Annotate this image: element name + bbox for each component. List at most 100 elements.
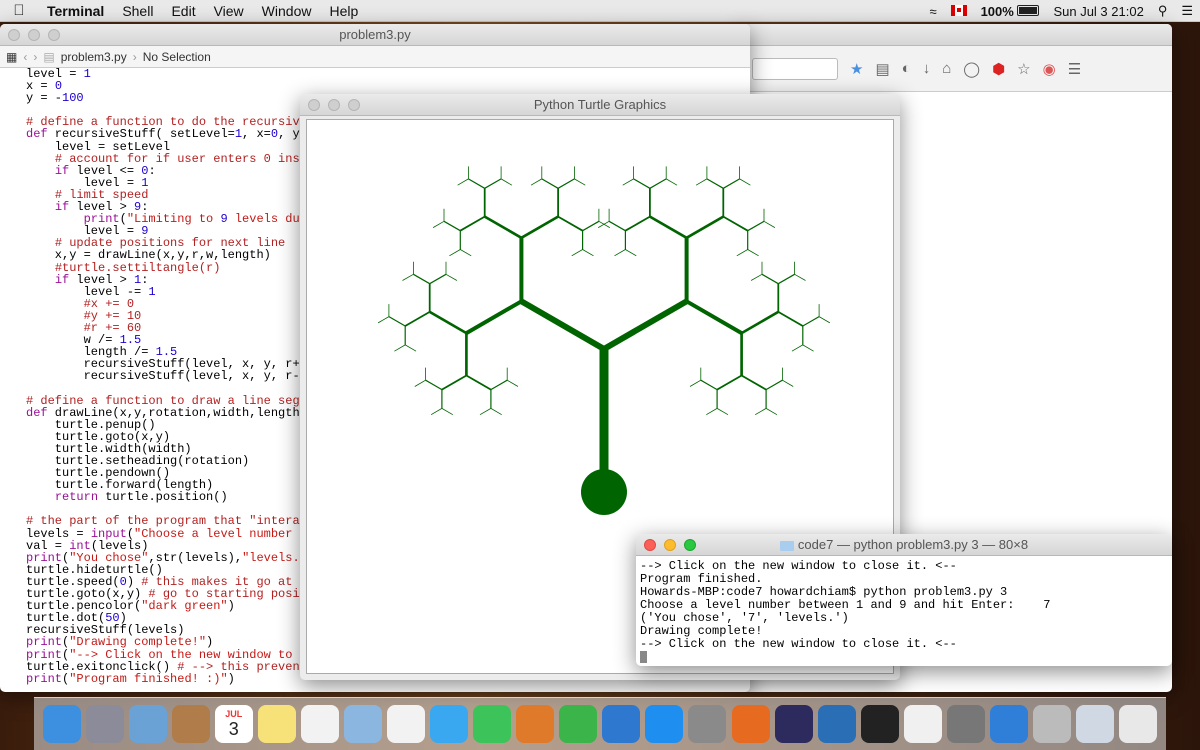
branch-line xyxy=(706,178,724,189)
mail-stamp-icon[interactable] xyxy=(128,705,167,743)
adblock-icon[interactable]: ⬢ xyxy=(992,60,1005,78)
calendar-icon[interactable]: JUL 3 xyxy=(214,705,253,743)
branch-line xyxy=(582,220,600,232)
contacts-icon[interactable] xyxy=(171,705,210,743)
window-controls xyxy=(8,29,60,41)
browser-titlebar[interactable] xyxy=(740,24,1172,46)
bookmark-star-icon[interactable]: ★ xyxy=(850,60,863,78)
minimize-button[interactable] xyxy=(664,539,676,551)
hamburger-menu-icon[interactable]: ☰ xyxy=(1068,60,1081,78)
pocket-icon[interactable]: ◐ xyxy=(902,60,911,77)
branch-line xyxy=(763,220,776,228)
messages-icon[interactable] xyxy=(430,705,469,743)
branch-line xyxy=(449,249,461,257)
branch-line xyxy=(377,316,390,324)
branch-line xyxy=(582,249,594,257)
branch-line xyxy=(432,220,445,228)
trash-icon[interactable] xyxy=(1119,705,1158,743)
clock[interactable]: Sun Jul 3 21:02 xyxy=(1046,4,1150,19)
notification-center-icon[interactable]: ☰ xyxy=(1174,3,1200,19)
app-store-icon[interactable] xyxy=(645,705,684,743)
branch-line xyxy=(490,408,502,416)
branch-line xyxy=(441,408,454,416)
jump-bar: ▦ ‹ › ▤ problem3.py › No Selection xyxy=(0,46,750,68)
spotlight-search-icon[interactable]: ⚲ xyxy=(1151,3,1175,19)
branch-line xyxy=(649,215,688,239)
battery-status[interactable]: 100% xyxy=(974,4,1047,19)
terminal-window[interactable]: code7 — python problem3.py 3 — 80×8 --> … xyxy=(636,534,1172,666)
branch-line xyxy=(625,249,637,257)
close-button[interactable] xyxy=(644,539,656,551)
launchpad-icon[interactable] xyxy=(85,705,124,743)
wifi-icon[interactable]: ≈ xyxy=(922,4,943,19)
terminal-output[interactable]: --> Click on the new window to close it.… xyxy=(636,556,1172,666)
chat-icon[interactable]: ◯ xyxy=(963,60,980,78)
grid-icon[interactable]: ▦ xyxy=(6,50,17,64)
photos-icon[interactable] xyxy=(387,705,426,743)
menu-edit[interactable]: Edit xyxy=(162,3,204,19)
breadcrumb-chevron-icon: › xyxy=(132,49,137,64)
branch-line xyxy=(802,344,814,352)
terminal-line: --> Click on the new window to close it.… xyxy=(640,637,957,651)
terminal-titlebar[interactable]: code7 — python problem3.py 3 — 80×8 xyxy=(636,534,1172,556)
branch-line xyxy=(425,379,443,391)
branch-line xyxy=(457,178,469,186)
zoom-button[interactable] xyxy=(48,29,60,41)
facetime-icon[interactable] xyxy=(473,705,512,743)
menu-window[interactable]: Window xyxy=(253,3,321,19)
reminders-icon[interactable] xyxy=(300,705,339,743)
url-bar[interactable] xyxy=(752,57,838,80)
zoom-button[interactable] xyxy=(684,539,696,551)
numbers-icon[interactable] xyxy=(559,705,598,743)
zoom-button[interactable] xyxy=(348,99,360,111)
home-icon[interactable]: ⌂ xyxy=(942,60,951,77)
downloads-icon[interactable] xyxy=(1076,705,1115,743)
branch-line xyxy=(404,311,431,327)
keynote-chart-icon[interactable] xyxy=(516,705,555,743)
menu-shell[interactable]: Shell xyxy=(113,3,162,19)
input-source-flag-icon[interactable] xyxy=(944,4,974,19)
code-line: x = 0 xyxy=(26,79,63,94)
branch-line xyxy=(445,273,458,281)
breadcrumb-file[interactable]: problem3.py xyxy=(61,50,127,64)
close-button[interactable] xyxy=(8,29,20,41)
menu-bar:  Terminal Shell Edit View Window Help ≈… xyxy=(0,0,1200,22)
eclipse-icon[interactable] xyxy=(774,705,813,743)
close-button[interactable] xyxy=(308,99,320,111)
textedit-icon[interactable] xyxy=(903,705,942,743)
firefox-icon[interactable] xyxy=(731,705,770,743)
extension-icon[interactable]: ☆ xyxy=(1017,60,1030,78)
xcode-icon[interactable] xyxy=(989,705,1028,743)
breadcrumb-selection[interactable]: No Selection xyxy=(143,50,211,64)
menu-view[interactable]: View xyxy=(205,3,253,19)
branch-line xyxy=(500,178,513,186)
terminal-icon[interactable] xyxy=(860,705,899,743)
menu-app-name[interactable]: Terminal xyxy=(38,3,113,19)
notes-icon[interactable] xyxy=(257,705,296,743)
turtle-titlebar[interactable]: Python Turtle Graphics xyxy=(300,94,900,116)
reading-list-icon[interactable]: ▤ xyxy=(875,60,889,78)
menu-help[interactable]: Help xyxy=(320,3,367,19)
browser-toolbar: ★ ▤ ◐ ↓ ⌂ ◯ ⬢ ☆ ◉ ☰ xyxy=(740,46,1172,92)
minimize-button[interactable] xyxy=(28,29,40,41)
branch-line xyxy=(685,299,743,335)
editor-title: problem3.py xyxy=(339,27,411,42)
finder-icon[interactable] xyxy=(42,705,81,743)
virtualbox-icon[interactable] xyxy=(817,705,856,743)
file-icon: ▤ xyxy=(43,49,55,64)
rocket-icon[interactable] xyxy=(1032,705,1071,743)
system-preferences-icon[interactable] xyxy=(688,705,727,743)
branch-line xyxy=(506,379,519,387)
editor-titlebar[interactable]: problem3.py xyxy=(0,24,750,46)
preview-icon[interactable] xyxy=(343,705,382,743)
back-arrow-icon[interactable]: ‹ xyxy=(23,50,27,64)
forward-arrow-icon[interactable]: › xyxy=(33,50,37,64)
calendar-day: 3 xyxy=(228,718,239,739)
branch-line xyxy=(602,298,689,352)
keynote-icon[interactable] xyxy=(602,705,641,743)
addon-icon[interactable]: ◉ xyxy=(1043,60,1056,78)
apple-menu-icon[interactable]:  xyxy=(0,2,38,19)
minimize-button[interactable] xyxy=(328,99,340,111)
download-icon[interactable]: ↓ xyxy=(923,60,931,77)
calculator-icon[interactable] xyxy=(946,705,985,743)
